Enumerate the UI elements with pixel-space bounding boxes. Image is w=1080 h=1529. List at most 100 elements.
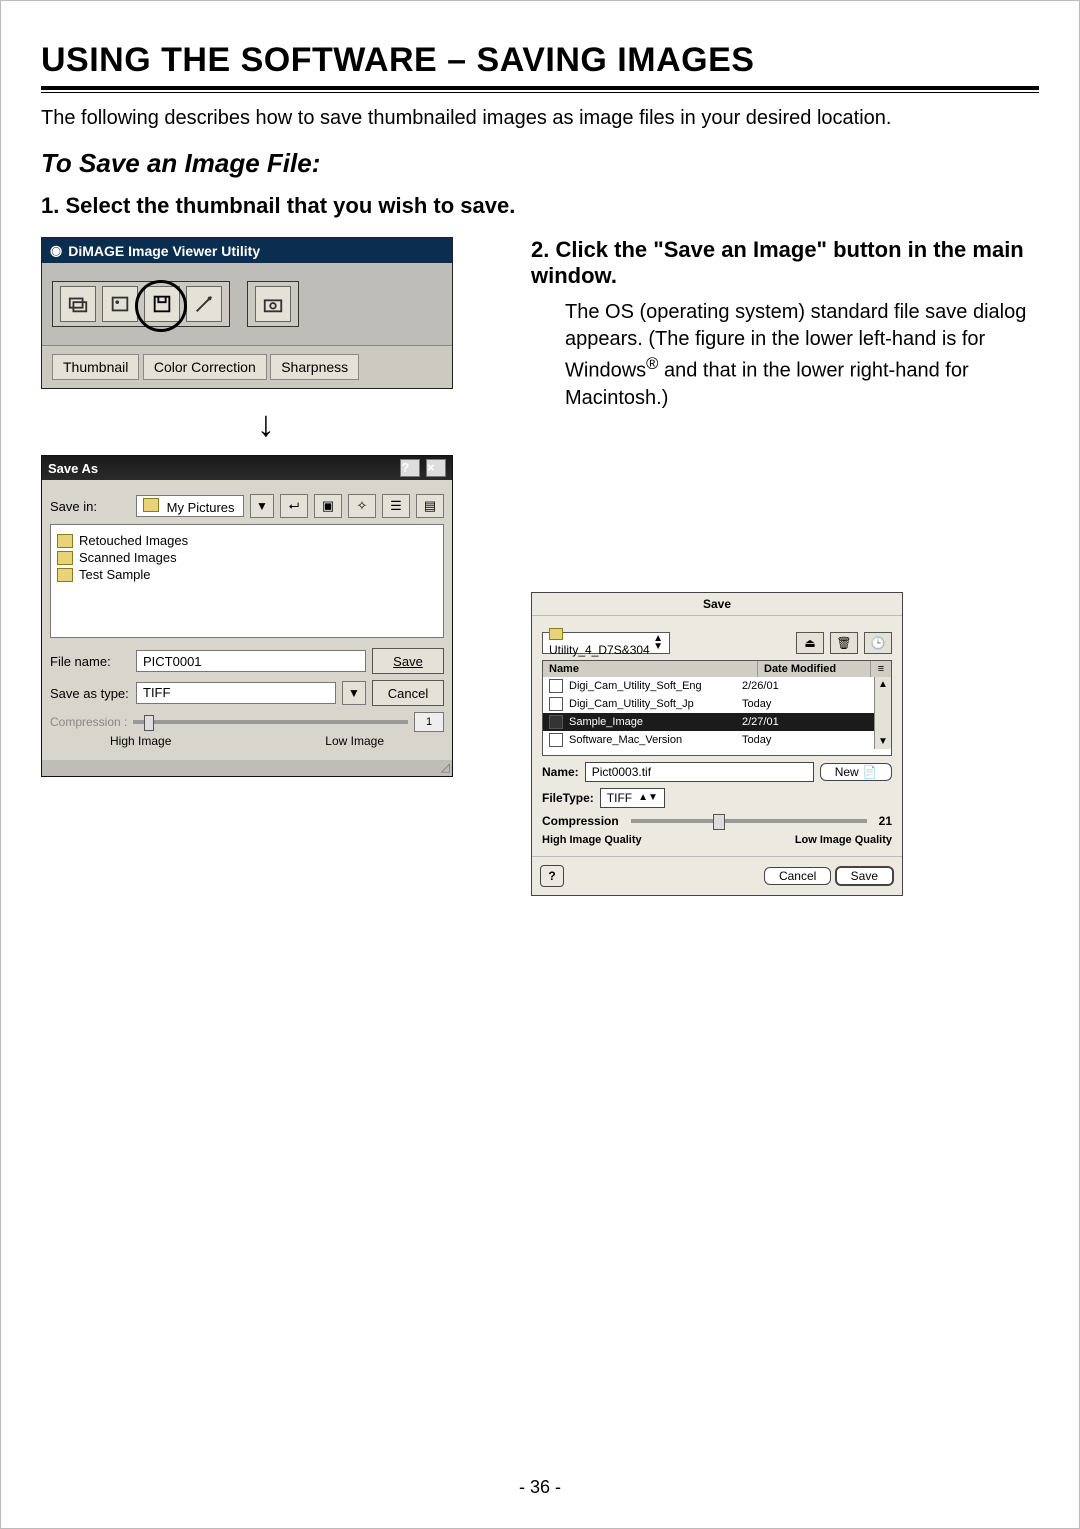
right-column: 2. Click the "Save an Image" button in t…	[531, 237, 1039, 896]
save-type-value: TIFF	[143, 685, 170, 700]
folder-item[interactable]: Retouched Images	[57, 533, 437, 548]
list-view-button[interactable]: ☰	[382, 494, 410, 518]
new-folder-button[interactable]: ✧	[348, 494, 376, 518]
save-in-combo[interactable]: My Pictures	[136, 495, 244, 517]
list-item[interactable]: Digi_Cam_Utility_Soft_Eng2/26/01	[543, 677, 874, 695]
list-item-selected[interactable]: Sample_Image2/27/01	[543, 713, 874, 731]
details-view-button[interactable]: ▤	[416, 494, 444, 518]
new-folder-icon: ✧	[357, 498, 368, 514]
compression-slider[interactable]	[133, 720, 408, 724]
mac-compression-slider[interactable]	[631, 819, 867, 823]
subheading: To Save an Image File:	[41, 148, 1039, 179]
help-icon[interactable]: ?	[400, 459, 420, 477]
file-icon	[549, 679, 563, 693]
app-toolbar	[42, 263, 452, 345]
registered-mark: ®	[646, 354, 658, 373]
mac-eject-button[interactable]: ⏏	[796, 632, 824, 654]
list-item[interactable]: Digi_Cam_Utility_Soft_JpToday	[543, 695, 874, 713]
mac-name-input[interactable]: Pict0003.tif	[585, 762, 814, 782]
item-date: Today	[736, 732, 868, 748]
page-title: USING THE SOFTWARE – SAVING IMAGES	[41, 41, 1039, 80]
folder-icon	[57, 534, 73, 548]
toolbar-button-2[interactable]	[102, 286, 138, 322]
file-name-input[interactable]	[136, 650, 366, 672]
save-image-button[interactable]	[144, 286, 180, 322]
arrow-down-icon: ↓	[41, 403, 491, 445]
folder-name: Retouched Images	[79, 533, 188, 548]
mac-cancel-button[interactable]: Cancel	[764, 867, 831, 885]
mac-filetype-label: FileType:	[542, 791, 594, 805]
mac-save-button[interactable]: Save	[835, 866, 894, 886]
mac-dialog-title: Save	[532, 593, 902, 616]
scroll-up-icon[interactable]: ▲	[878, 679, 888, 690]
trash-icon: 🗑	[836, 636, 851, 650]
list-item[interactable]: Software_Mac_VersionToday	[543, 731, 874, 749]
details-icon: ▤	[424, 498, 436, 514]
mac-low-quality: Low Image Quality	[795, 834, 892, 846]
slider-thumb[interactable]	[144, 715, 154, 731]
mac-recent-button[interactable]: 🕒	[864, 632, 892, 654]
scroll-down-icon[interactable]: ▼	[878, 736, 888, 747]
slider-thumb[interactable]	[713, 814, 725, 830]
folder-icon	[549, 628, 563, 640]
cancel-button[interactable]: Cancel	[372, 680, 444, 706]
mac-help-button[interactable]: ?	[540, 865, 564, 887]
close-icon[interactable]: ×	[426, 459, 446, 477]
compression-value: 1	[414, 712, 444, 732]
save-in-label: Save in:	[50, 499, 130, 514]
win-title-controls: ? ×	[398, 459, 446, 477]
up-folder-icon: ⮠	[289, 498, 299, 514]
item-date: 2/26/01	[736, 678, 868, 694]
col-header-name[interactable]: Name	[543, 661, 758, 677]
mac-trash-button[interactable]: 🗑	[830, 632, 858, 654]
dropdown-icon[interactable]: ▼	[250, 494, 274, 518]
resize-grip-icon[interactable]: ◿	[42, 760, 452, 776]
mac-compression-value: 21	[879, 814, 892, 828]
images-icon	[67, 293, 89, 315]
left-column: ◉ DiMAGE Image Viewer Utility	[41, 237, 491, 896]
mac-location-value: Utility_4_D7S&304	[549, 643, 650, 657]
app-titlebar: ◉ DiMAGE Image Viewer Utility	[42, 238, 452, 263]
mac-filetype-select[interactable]: TIFF ▲▼	[600, 788, 665, 808]
save-in-value: My Pictures	[167, 500, 235, 515]
sort-button[interactable]: ≡	[870, 661, 891, 677]
folder-item[interactable]: Scanned Images	[57, 550, 437, 565]
step-2: 2. Click the "Save an Image" button in t…	[531, 237, 1039, 289]
save-image-icon	[151, 293, 173, 315]
scrollbar[interactable]: ▲▼	[874, 677, 891, 749]
toolbar-button-1[interactable]	[60, 286, 96, 322]
new-label: New	[835, 765, 859, 779]
file-list-pane[interactable]: Retouched Images Scanned Images Test Sam…	[50, 524, 444, 638]
desktop-button[interactable]: ▣	[314, 494, 342, 518]
mac-filetype-value: TIFF	[607, 791, 632, 805]
mac-new-button[interactable]: New 📄	[820, 763, 892, 781]
mac-compression-label: Compression	[542, 814, 619, 828]
app-logo-icon: ◉	[50, 242, 62, 259]
mac-file-list: Name Date Modified ≡ Digi_Cam_Utility_So…	[542, 660, 892, 756]
toolbar-button-4[interactable]	[186, 286, 222, 322]
eject-icon: ⏏	[804, 636, 815, 650]
save-button[interactable]: Save	[372, 648, 444, 674]
folder-item[interactable]: Test Sample	[57, 567, 437, 582]
save-type-combo[interactable]: TIFF	[136, 682, 336, 704]
tab-color-correction[interactable]: Color Correction	[143, 354, 267, 380]
mac-high-quality: High Image Quality	[542, 834, 642, 846]
tab-sharpness[interactable]: Sharpness	[270, 354, 359, 380]
folder-name: Scanned Images	[79, 550, 177, 565]
col-header-date[interactable]: Date Modified	[758, 661, 870, 677]
updown-icon: ▲▼	[638, 794, 658, 802]
step-2-body: The OS (operating system) standard file …	[565, 299, 1039, 412]
toolbar-button-5[interactable]	[255, 286, 291, 322]
file-icon	[549, 715, 563, 729]
dropdown-icon[interactable]: ▼	[342, 681, 366, 705]
low-quality-label: Low Image	[325, 734, 384, 748]
item-name: Software_Mac_Version	[569, 734, 736, 746]
mac-location-combo[interactable]: Utility_4_D7S&304 ▲▼	[542, 632, 670, 654]
file-icon	[549, 697, 563, 711]
new-folder-icon: 📄	[862, 765, 877, 779]
folder-icon	[57, 551, 73, 565]
rule-thin	[41, 92, 1039, 93]
tab-thumbnail[interactable]: Thumbnail	[52, 354, 139, 380]
up-folder-button[interactable]: ⮠	[280, 494, 308, 518]
item-date: 2/27/01	[736, 714, 868, 730]
